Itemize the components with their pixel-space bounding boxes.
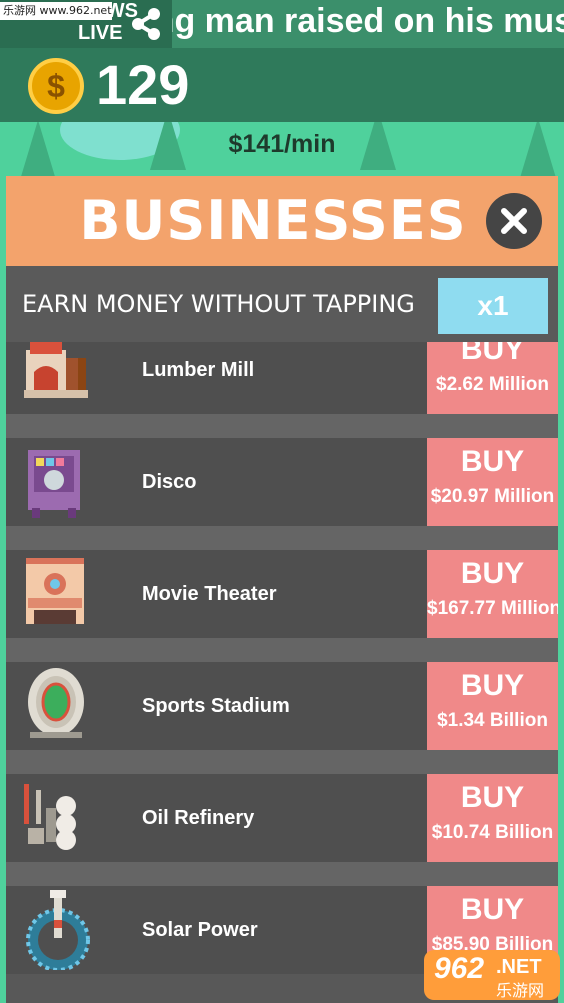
buy-label: BUY — [460, 342, 525, 366]
buy-label: BUY — [460, 893, 525, 926]
buy-price: $2.62 Million — [436, 374, 549, 395]
row-separator — [6, 638, 558, 662]
business-row: Oil Refinery BUY $10.74 Billion — [6, 774, 558, 862]
row-separator — [6, 750, 558, 774]
disco-icon — [20, 442, 96, 522]
buy-price: $167.77 Million — [427, 598, 558, 619]
business-row: Disco BUY $20.97 Million — [6, 438, 558, 526]
row-separator — [6, 414, 558, 438]
panel-header: BUSINESSES — [6, 176, 558, 266]
business-name: Sports Stadium — [142, 695, 290, 717]
business-name: Solar Power — [142, 919, 258, 941]
lumber-mill-icon — [20, 342, 96, 410]
watermark-net: .NET — [496, 956, 542, 978]
share-icon[interactable] — [128, 6, 164, 42]
news-ticker: Young man raised on his music — [172, 0, 564, 48]
buy-price: $20.97 Million — [430, 486, 555, 507]
earn-money-label: EARN MONEY WITHOUT TAPPING — [22, 290, 415, 318]
buy-label: BUY — [460, 557, 525, 590]
buy-button[interactable]: BUY $1.34 Billion — [427, 662, 558, 750]
watermark-cn: 乐游网 — [496, 981, 545, 1000]
row-separator — [6, 862, 558, 886]
panel-subheader: EARN MONEY WITHOUT TAPPING x1 — [6, 266, 558, 346]
close-button[interactable] — [486, 193, 542, 249]
watermark-top: 乐游网 www.962.net — [0, 2, 112, 20]
buy-price: $10.74 Billion — [431, 822, 554, 843]
business-row: Lumber Mill BUY $2.62 Million — [6, 342, 558, 414]
movie-theater-icon — [20, 554, 96, 634]
buy-label: BUY — [460, 781, 525, 814]
business-row: Sports Stadium BUY $1.34 Billion — [6, 662, 558, 750]
coin-count: 129 — [96, 53, 190, 116]
income-rate: $141/min — [228, 130, 336, 158]
buy-button[interactable]: BUY $167.77 Million — [427, 550, 558, 638]
business-name: Lumber Mill — [142, 359, 255, 381]
business-name: Disco — [142, 471, 197, 493]
sports-stadium-icon — [20, 666, 96, 746]
buy-button[interactable]: BUY $2.62 Million — [427, 342, 558, 414]
buy-label: BUY — [460, 669, 525, 702]
buy-button[interactable]: BUY $20.97 Million — [427, 438, 558, 526]
row-separator — [6, 526, 558, 550]
panel-title: BUSINESSES — [79, 189, 467, 252]
solar-power-icon — [20, 890, 96, 972]
businesses-panel: BUSINESSES EARN MONEY WITHOUT TAPPING x1 — [6, 176, 558, 1003]
buy-price: $1.34 Billion — [437, 710, 548, 731]
buy-label: BUY — [460, 445, 525, 478]
multiplier-button[interactable]: x1 — [438, 278, 548, 334]
oil-refinery-icon — [20, 778, 96, 858]
business-name: Oil Refinery — [142, 807, 255, 829]
business-list[interactable]: Lumber Mill BUY $2.62 Million Disco BUY … — [6, 342, 558, 1003]
coin-icon: $ — [28, 58, 84, 114]
watermark-logo-text: 962 — [434, 952, 485, 985]
watermark-logo: 962 .NET 乐游网 — [424, 950, 560, 1000]
news-ticker-text: Young man raised on his music — [172, 2, 564, 40]
business-name: Movie Theater — [142, 583, 277, 605]
close-icon — [501, 208, 527, 234]
buy-button[interactable]: BUY $10.74 Billion — [427, 774, 558, 862]
business-row: Movie Theater BUY $167.77 Million — [6, 550, 558, 638]
